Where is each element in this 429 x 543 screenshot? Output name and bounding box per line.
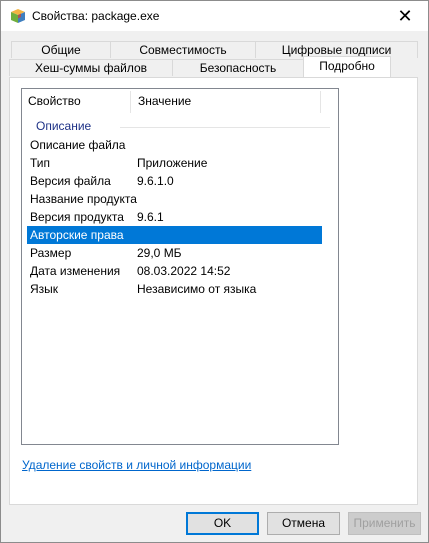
tab-strip: Общие Совместимость Цифровые подписи Хеш… <box>0 0 429 80</box>
column-separator[interactable] <box>320 91 321 113</box>
apply-button: Применить <box>348 512 421 535</box>
property-name: Версия продукта <box>30 210 124 224</box>
tab-details[interactable]: Подробно <box>303 56 391 77</box>
property-name: Описание файла <box>30 138 126 152</box>
property-value: 29,0 МБ <box>137 246 182 260</box>
properties-list[interactable]: Свойство Значение Описание Описание файл… <box>21 88 339 445</box>
property-value: Независимо от языка <box>137 282 257 296</box>
column-separator[interactable] <box>130 91 131 113</box>
property-name: Размер <box>30 246 72 260</box>
tab-file-hashes[interactable]: Хеш-суммы файлов <box>9 59 173 76</box>
ok-button[interactable]: OK <box>186 512 259 535</box>
property-name: Тип <box>30 156 51 170</box>
property-name: Название продукта <box>30 192 137 206</box>
column-header-value[interactable]: Значение <box>132 89 320 114</box>
property-row[interactable]: Название продукта <box>27 190 322 208</box>
remove-properties-link[interactable]: Удаление свойств и личной информации <box>22 458 251 472</box>
property-row[interactable]: Описание файла <box>27 136 322 154</box>
property-row-selected[interactable]: Авторские права <box>27 226 322 244</box>
property-value: 9.6.1.0 <box>137 174 174 188</box>
property-name: Дата изменения <box>30 264 121 278</box>
property-value: Приложение <box>137 156 208 170</box>
property-row[interactable]: Дата изменения 08.03.2022 14:52 <box>27 262 322 280</box>
list-header: Свойство Значение <box>22 89 338 114</box>
cancel-button[interactable]: Отмена <box>267 512 340 535</box>
property-value: 08.03.2022 14:52 <box>137 264 231 278</box>
property-name: Язык <box>30 282 59 296</box>
tab-compatibility[interactable]: Совместимость <box>110 41 256 58</box>
group-divider <box>120 127 330 128</box>
property-name: Авторские права <box>30 228 124 242</box>
property-row[interactable]: Версия файла 9.6.1.0 <box>27 172 322 190</box>
property-row[interactable]: Версия продукта 9.6.1 <box>27 208 322 226</box>
property-value: 9.6.1 <box>137 210 164 224</box>
tab-security[interactable]: Безопасность <box>172 59 304 76</box>
property-name: Версия файла <box>30 174 111 188</box>
property-row[interactable]: Тип Приложение <box>27 154 322 172</box>
group-header-description[interactable]: Описание <box>36 119 91 133</box>
property-row[interactable]: Размер 29,0 МБ <box>27 244 322 262</box>
tab-general[interactable]: Общие <box>11 41 111 58</box>
column-header-property[interactable]: Свойство <box>22 89 130 114</box>
property-row[interactable]: Язык Независимо от языка <box>27 280 322 298</box>
